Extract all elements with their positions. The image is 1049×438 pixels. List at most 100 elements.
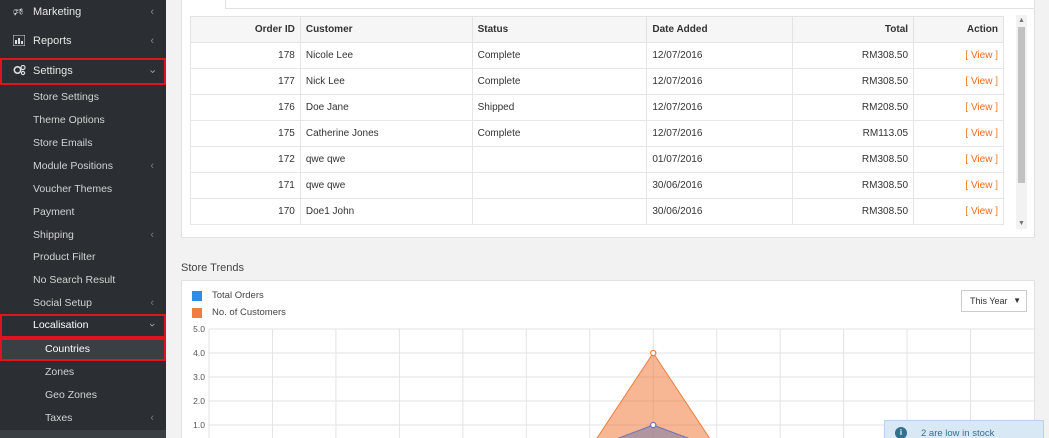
info-icon: i	[895, 427, 907, 438]
customer-cell: qwe qwe	[299, 172, 473, 199]
orders-scrollbar[interactable]: ▲ ▼	[1016, 15, 1027, 229]
sidebar-subitem-label: Store Emails	[33, 137, 93, 149]
sidebar-subitem-no-search-result[interactable]: No Search Result	[0, 269, 166, 291]
y-tick-label: 5.0	[193, 324, 205, 334]
sidebar-subitem-label: No Search Result	[33, 274, 116, 286]
table-header-row: Order ID Customer Status Date Added Tota…	[190, 16, 1004, 43]
sidebar-footer-strip	[0, 430, 166, 438]
table-row: 178 Nicole Lee Complete 12/07/2016 RM308.50[…	[190, 42, 1004, 69]
column-header-status[interactable]: Status	[471, 16, 648, 43]
y-tick-label: 3.0	[193, 372, 205, 382]
scroll-down-arrow-icon[interactable]: ▼	[1017, 219, 1026, 228]
sidebar-subitem-label: Shipping	[33, 229, 74, 241]
bracket-close: ]	[995, 76, 998, 87]
column-header-order-id[interactable]: Order ID	[190, 16, 301, 43]
sidebar-item-reports[interactable]: Reports ‹	[0, 29, 166, 54]
sidebar-subitem-module-positions[interactable]: Module Positions ‹	[0, 155, 166, 177]
sidebar-subitem-label: Product Filter	[33, 251, 96, 263]
sidebar-subitem-store-settings[interactable]: Store Settings	[0, 86, 166, 108]
sidebar-item-settings[interactable]: Settings ›	[0, 58, 166, 85]
view-order-link[interactable]: View	[971, 102, 993, 113]
table-row: 170 Doe1 John 30/06/2016 RM308.50[ View ]	[190, 198, 1004, 225]
bracket-open: [	[965, 206, 969, 217]
status-cell: Complete	[471, 120, 648, 147]
view-order-link[interactable]: View	[971, 50, 993, 61]
order-id-cell: 171	[190, 172, 301, 199]
view-order-link[interactable]: View	[971, 154, 993, 165]
bracket-open: [	[965, 128, 969, 139]
y-tick-label: 4.0	[193, 348, 205, 358]
view-order-link[interactable]: View	[971, 180, 993, 191]
action-cell: [ View ]	[913, 198, 1004, 225]
sidebar-subitem-geo-zones[interactable]: Geo Zones	[0, 384, 166, 406]
y-tick-label: 2.0	[193, 396, 205, 406]
chevron-down-icon: ›	[146, 323, 159, 327]
chevron-left-icon: ‹	[150, 35, 154, 47]
scroll-up-arrow-icon[interactable]: ▲	[1017, 16, 1026, 25]
sidebar-subitem-localisation[interactable]: Localisation ›	[0, 314, 166, 338]
sidebar-subitem-label: Social Setup	[33, 297, 92, 309]
store-trends-title: Store Trends	[181, 262, 244, 274]
sidebar-subitem-label: Theme Options	[33, 114, 105, 126]
bracket-close: ]	[995, 50, 998, 61]
sidebar-subitem-theme-options[interactable]: Theme Options	[0, 109, 166, 131]
date-added-cell: 12/07/2016	[646, 68, 794, 95]
table-row: 175 Catherine Jones Complete 12/07/2016 RM11…	[190, 120, 1004, 147]
view-order-link[interactable]: View	[971, 128, 993, 139]
column-header-customer[interactable]: Customer	[299, 16, 473, 43]
column-header-action: Action	[913, 16, 1004, 43]
sidebar-item-label: Marketing	[33, 6, 82, 18]
sidebar-subitem-label: Zones	[45, 366, 75, 378]
sidebar: 🕫 Marketing ‹ Reports ‹ Settings › Store…	[0, 0, 166, 438]
sidebar-subitem-label: Payment	[33, 206, 75, 218]
view-order-link[interactable]: View	[971, 76, 993, 87]
total-cell: RM308.50	[792, 198, 915, 225]
chevron-left-icon: ‹	[150, 412, 154, 424]
sidebar-subitem-countries[interactable]: Countries	[0, 338, 166, 361]
y-tick-label: 1.0	[193, 420, 205, 430]
status-cell: Complete	[471, 68, 648, 95]
bracket-close: ]	[995, 128, 998, 139]
sidebar-subitem-store-emails[interactable]: Store Emails	[0, 132, 166, 154]
sidebar-subitem-voucher-themes[interactable]: Voucher Themes	[0, 178, 166, 200]
order-id-cell: 177	[190, 68, 301, 95]
bracket-open: [	[965, 102, 969, 113]
bracket-close: ]	[995, 102, 998, 113]
chevron-left-icon: ‹	[150, 160, 154, 172]
sidebar-subitem-taxes[interactable]: Taxes ‹	[0, 407, 166, 429]
bracket-open: [	[965, 50, 969, 61]
customer-cell: qwe qwe	[299, 146, 473, 173]
sidebar-subitem-payment[interactable]: Payment	[0, 201, 166, 223]
bracket-open: [	[965, 180, 969, 191]
date-added-cell: 01/07/2016	[646, 146, 794, 173]
total-cell: RM308.50	[792, 146, 915, 173]
status-cell	[471, 198, 648, 225]
sidebar-subitem-shipping[interactable]: Shipping ‹	[0, 224, 166, 246]
column-header-total[interactable]: Total	[792, 16, 915, 43]
table-row: 172 qwe qwe 01/07/2016 RM308.50[ View ]	[190, 146, 1004, 173]
view-order-link[interactable]: View	[971, 206, 993, 217]
chevron-left-icon: ‹	[150, 229, 154, 241]
bar-chart-icon	[12, 34, 26, 47]
total-cell: RM308.50	[792, 172, 915, 199]
table-row: 171 qwe qwe 30/06/2016 RM308.50[ View ]	[190, 172, 1004, 199]
low-stock-notification[interactable]: i 2 are low in stock	[884, 420, 1044, 438]
sidebar-subitem-product-filter[interactable]: Product Filter	[0, 246, 166, 268]
sidebar-subitem-social-setup[interactable]: Social Setup ‹	[0, 292, 166, 314]
sidebar-item-marketing[interactable]: 🕫 Marketing ‹	[0, 0, 166, 25]
sidebar-subitem-label: Module Positions	[33, 160, 113, 172]
action-cell: [ View ]	[913, 68, 1004, 95]
sidebar-subitem-zones[interactable]: Zones	[0, 361, 166, 383]
sidebar-subitem-label: Countries	[45, 343, 90, 355]
order-id-cell: 178	[190, 42, 301, 69]
sidebar-item-label: Settings	[33, 65, 73, 77]
bracket-close: ]	[995, 180, 998, 191]
order-id-cell: 175	[190, 120, 301, 147]
date-added-cell: 12/07/2016	[646, 42, 794, 69]
orders-table: Order ID Customer Status Date Added Tota…	[190, 16, 1004, 225]
action-cell: [ View ]	[913, 42, 1004, 69]
column-header-date-added[interactable]: Date Added	[646, 16, 794, 43]
customer-cell: Nicole Lee	[299, 42, 473, 69]
scrollbar-thumb[interactable]	[1018, 27, 1025, 183]
total-cell: RM308.50	[792, 68, 915, 95]
